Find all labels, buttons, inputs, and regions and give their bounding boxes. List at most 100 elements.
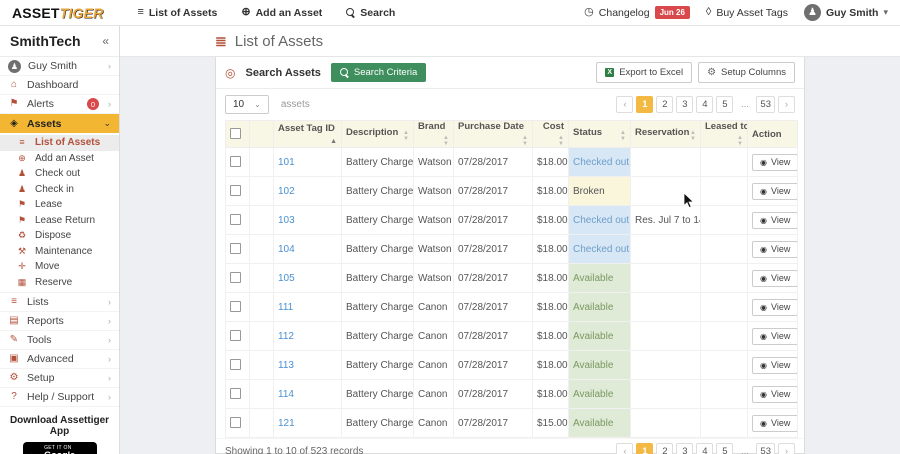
sidebar-item-alerts[interactable]: ⚑ Alerts 0 › [0,95,119,114]
view-button[interactable]: ◉ View [752,240,797,258]
sidebar-item-assets[interactable]: ◈ Assets ⌄ [0,114,119,133]
sidebar-item-check-out[interactable]: ♟ Check out [0,166,119,182]
topnav-item-search[interactable]: Search [346,7,395,19]
sort-icon: ▲ ▼ [443,135,449,147]
pagination-next-button[interactable]: › [778,96,795,113]
row-checkbox[interactable] [230,243,241,255]
view-button[interactable]: ◉ View [752,327,797,345]
recycle-icon: ♻ [17,230,27,241]
sidebar-item-maintenance[interactable]: ⚒ Maintenance [0,244,119,260]
asset-tag-link[interactable]: 111 [278,302,293,313]
setup-columns-button[interactable]: ⚙ Setup Columns [698,62,795,83]
app-logo[interactable]: ASSETTIGER [12,5,103,21]
sidebar-item-lists[interactable]: ≡ Lists › [0,293,119,312]
logo-tiger: TIGER [59,4,104,21]
asset-tag-link[interactable]: 105 [278,273,295,284]
asset-tag-link[interactable]: 102 [278,186,295,197]
pagination-page-4[interactable]: 4 [696,443,714,454]
column-header-purchase_date[interactable]: Purchase Date ▲ ▼ [453,120,533,148]
sidebar-item-reports[interactable]: ▤ Reports › [0,312,119,331]
pagination-page-53[interactable]: 53 [756,443,775,454]
column-header-leased_to[interactable]: Leased to ▲ ▼ [700,120,748,148]
pagination-page-1[interactable]: 1 [636,96,654,113]
sidebar-item-lease-return[interactable]: ⚑ Lease Return [0,213,119,229]
view-button[interactable]: ◉ View [752,269,797,287]
column-header-brand[interactable]: Brand ▲ ▼ [413,120,454,148]
pagination-page-5[interactable]: 5 [716,96,734,113]
row-checkbox[interactable] [230,388,241,400]
cell-action: ◉ View [747,379,798,409]
row-checkbox[interactable] [230,214,241,226]
asset-tag-link[interactable]: 104 [278,244,295,255]
topnav-item-list-of-assets[interactable]: ≡ List of Assets [137,7,217,19]
row-checkbox[interactable] [230,330,241,342]
cell-photo [249,321,274,351]
column-header-cost[interactable]: Cost ▲ ▼ [532,120,569,148]
sidebar-item-help-support[interactable]: ? Help / Support › [0,388,119,407]
row-checkbox[interactable] [230,359,241,371]
search-criteria-button[interactable]: Search Criteria [330,63,427,82]
view-button[interactable]: ◉ View [752,356,797,374]
row-checkbox[interactable] [230,185,241,197]
sidebar-item-dashboard[interactable]: ⌂ Dashboard [0,76,119,95]
pagination-page-2[interactable]: 2 [656,443,674,454]
export-to-excel-button[interactable]: X Export to Excel [596,62,693,83]
pagination-page-3[interactable]: 3 [676,443,694,454]
cell-checkbox [225,234,250,264]
pagination-prev-button[interactable]: ‹ [616,96,634,113]
page-size-select[interactable]: 10 ⌄ [225,95,269,114]
sidebar-item-advanced[interactable]: ▣ Advanced › [0,350,119,369]
asset-tag-link[interactable]: 101 [278,157,295,168]
sidebar-item-guy-smith[interactable]: ♟ Guy Smith › [0,57,119,76]
sidebar-item-dispose[interactable]: ♻ Dispose [0,228,119,244]
pagination-page-3[interactable]: 3 [676,96,694,113]
sidebar-item-reserve[interactable]: ▦ Reserve [0,275,119,291]
pagination-page-2[interactable]: 2 [656,96,674,113]
select-all-checkbox[interactable] [230,128,241,140]
pagination-page-5[interactable]: 5 [716,443,734,454]
pagination-page-53[interactable]: 53 [756,96,775,113]
row-checkbox[interactable] [230,417,241,429]
row-checkbox[interactable] [230,156,241,168]
view-button[interactable]: ◉ View [752,298,797,316]
sidebar-item-setup[interactable]: ⚙ Setup › [0,369,119,388]
row-checkbox[interactable] [230,272,241,284]
pagination-next-button[interactable]: › [778,443,795,454]
view-button[interactable]: ◉ View [752,385,797,403]
sidebar-item-label: Reserve [35,276,73,288]
column-header-reservation[interactable]: Reservation ▲ ▼ [630,120,701,148]
sidebar-item-move[interactable]: ✛ Move [0,259,119,275]
collapse-sidebar-icon[interactable]: « [102,34,109,48]
column-header-photo[interactable] [249,120,274,148]
asset-tag-link[interactable]: 103 [278,215,295,226]
column-header-description[interactable]: Description ▲ ▼ [341,120,414,148]
buy-asset-tags-button[interactable]: ◊ Buy Asset Tags [706,7,788,19]
column-header-action[interactable]: Action [747,120,798,148]
sidebar-item-lease[interactable]: ⚑ Lease [0,197,119,213]
pagination-prev-button[interactable]: ‹ [616,443,634,454]
view-button[interactable]: ◉ View [752,414,797,432]
user-menu[interactable]: ♟ Guy Smith ▾ [803,4,888,21]
pagination-page-1[interactable]: 1 [636,443,654,454]
sidebar-item-check-in[interactable]: ♟ Check in [0,182,119,198]
column-header-tag[interactable]: Asset Tag ID ▲ [273,120,342,148]
google-play-text: GET IT ON Google Play [44,445,75,454]
eye-icon: ◉ [760,186,767,196]
column-header-status[interactable]: Status ▲ ▼ [568,120,631,148]
topnav-item-add-an-asset[interactable]: ⊕ Add an Asset [241,7,322,19]
pagination-page-4[interactable]: 4 [696,96,714,113]
view-button[interactable]: ◉ View [752,182,797,200]
google-play-badge[interactable]: GET IT ON Google Play [22,442,97,454]
changelog-button[interactable]: ◷ Changelog Jun 26 [584,6,690,19]
sidebar-item-list-of-assets[interactable]: ≡ List of Assets [0,135,119,151]
asset-tag-link[interactable]: 121 [278,418,295,429]
column-header-cb[interactable] [225,120,250,148]
sidebar-item-tools[interactable]: ✎ Tools › [0,331,119,350]
row-checkbox[interactable] [230,301,241,313]
view-button[interactable]: ◉ View [752,211,797,229]
asset-tag-link[interactable]: 112 [278,331,294,342]
asset-tag-link[interactable]: 113 [278,360,294,371]
asset-tag-link[interactable]: 114 [278,389,294,400]
sidebar-item-add-an-asset[interactable]: ⊕ Add an Asset [0,151,119,167]
view-button[interactable]: ◉ View [752,153,797,171]
